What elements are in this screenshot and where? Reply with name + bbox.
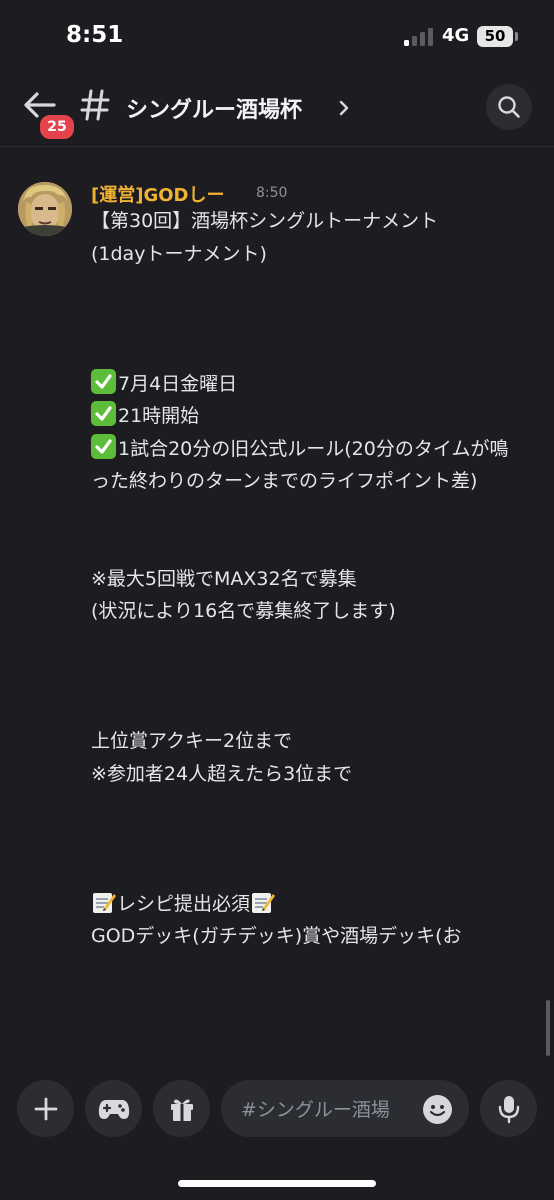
memo-icon xyxy=(250,889,276,915)
message-timestamp: 8:50 xyxy=(256,185,288,201)
message-input[interactable]: #シングルー酒場 xyxy=(221,1080,469,1137)
plus-icon xyxy=(34,1097,57,1120)
check-mark-icon xyxy=(91,401,116,426)
message-line: 21時開始 xyxy=(118,405,200,427)
network-type: 4G xyxy=(442,25,470,46)
memo-icon xyxy=(91,889,117,915)
message-line: 7月4日金曜日 xyxy=(118,372,238,395)
message-line: 上位賞アクキー2位まで xyxy=(91,730,293,752)
channel-name[interactable]: シングルー酒場杯 xyxy=(126,92,302,124)
activities-button[interactable] xyxy=(85,1080,142,1137)
gamepad-icon xyxy=(98,1099,129,1119)
battery-icon: 50 xyxy=(477,26,513,47)
search-button[interactable] xyxy=(486,84,532,130)
message-line: GODデッキ(ガチデッキ)賞や酒場デッキ(お xyxy=(91,925,462,947)
emoji-icon[interactable] xyxy=(423,1095,452,1124)
check-mark-icon xyxy=(91,433,116,459)
message-line: (1dayトーナメント) xyxy=(91,242,267,265)
battery-tip xyxy=(515,32,518,41)
message-line: 【第30回】酒場杯シングルトーナメント xyxy=(91,210,439,232)
unread-badge: 25 xyxy=(38,113,76,141)
cellular-signal-icon xyxy=(404,28,434,46)
channel-header: 25 シングルー酒場杯 xyxy=(0,70,554,147)
message-author[interactable]: [運営]GODしー xyxy=(91,181,224,207)
check-mark-icon xyxy=(91,368,116,394)
status-time: 8:51 xyxy=(66,22,124,48)
gift-button[interactable] xyxy=(153,1080,210,1137)
message-line: ※最大5回戦でMAX32名で募集 xyxy=(91,567,357,590)
attach-button[interactable] xyxy=(17,1080,74,1137)
message-list[interactable]: [運営]GODしー 8:50 【第30回】酒場杯シングルトーナメント (1day… xyxy=(0,147,554,1065)
home-indicator[interactable] xyxy=(178,1180,376,1187)
scrollbar[interactable] xyxy=(546,1000,550,1056)
avatar[interactable] xyxy=(18,182,72,236)
message-line: レシピ提出必須 xyxy=(117,892,251,915)
microphone-icon xyxy=(498,1095,519,1123)
gift-icon xyxy=(170,1099,193,1121)
message-body: 【第30回】酒場杯シングルトーナメント (1dayトーナメント) 7月4日金曜日… xyxy=(91,205,511,953)
message-line: (状況により16名で募集終了します) xyxy=(91,600,396,622)
voice-button[interactable] xyxy=(480,1080,537,1137)
status-bar: 8:51 4G 50 xyxy=(0,0,554,70)
message-line: ※参加者24人超えたら3位まで xyxy=(91,762,353,785)
message-line: 1試合20分の旧公式ルール(20分のタイムが鳴った終わりのターンまでのライフポイ… xyxy=(91,437,509,493)
chevron-right-icon[interactable] xyxy=(337,97,351,119)
search-icon xyxy=(498,96,520,118)
message-input-placeholder: #シングルー酒場 xyxy=(241,1099,390,1121)
hash-icon xyxy=(80,88,110,122)
